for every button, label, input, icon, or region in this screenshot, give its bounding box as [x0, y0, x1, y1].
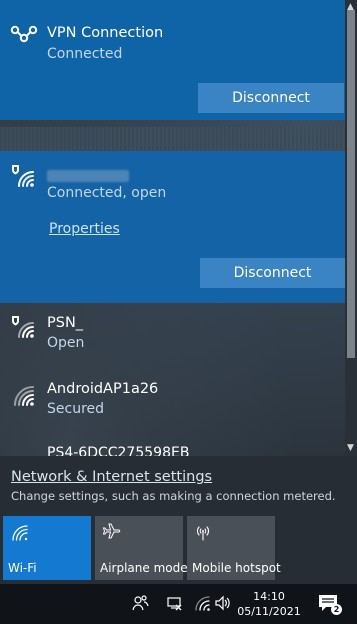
- properties-link[interactable]: Properties: [49, 221, 120, 237]
- wifi-disconnect-button[interactable]: Disconnect: [200, 258, 345, 288]
- notification-badge: 2: [331, 604, 342, 615]
- airplane-mode-tile[interactable]: Airplane mode: [95, 516, 188, 580]
- network-status: Secured: [47, 401, 105, 417]
- network-name: AndroidAP1a26: [47, 381, 159, 397]
- vpn-icon: [10, 25, 38, 43]
- scroll-down-arrow-icon[interactable]: ▼: [347, 443, 354, 453]
- wifi-icon[interactable]: [193, 594, 211, 612]
- secured-wifi-icon: [12, 165, 34, 187]
- secured-wifi-icon: [12, 316, 34, 338]
- clock-date: 05/11/2021: [237, 605, 301, 618]
- vpn-status: Connected: [47, 46, 123, 62]
- network-disconnected-icon[interactable]: [166, 594, 184, 612]
- divider: [0, 127, 345, 151]
- settings-description: Change settings, such as making a connec…: [11, 489, 336, 503]
- clock-time: 14:10: [253, 590, 285, 603]
- volume-icon[interactable]: [214, 594, 232, 612]
- tile-label: Airplane mode: [100, 561, 188, 575]
- wifi-icon: [12, 525, 28, 541]
- mobile-hotspot-tile[interactable]: Mobile hotspot: [187, 516, 281, 580]
- vpn-item[interactable]: VPN Connection Connected Disconnect: [0, 0, 345, 120]
- hidden-network-name: [47, 170, 129, 182]
- hotspot-icon: [196, 526, 210, 541]
- vpn-name: VPN Connection: [47, 25, 164, 41]
- network-name[interactable]: PS4-6DCC275598EB: [47, 445, 189, 456]
- tile-label: Wi-Fi: [8, 561, 37, 575]
- active-wifi-status: Connected, open: [47, 185, 167, 201]
- wifi-icon: [14, 386, 34, 406]
- vpn-disconnect-button[interactable]: Disconnect: [198, 83, 344, 113]
- clock[interactable]: 14:10 05/11/2021: [236, 589, 302, 619]
- scroll-thumb[interactable]: [347, 10, 355, 358]
- people-icon[interactable]: [131, 594, 149, 612]
- airplane-icon: [102, 523, 121, 539]
- network-settings-link[interactable]: Network & Internet settings: [11, 469, 212, 485]
- wifi-tile[interactable]: Wi-Fi: [3, 516, 91, 580]
- network-status: Open: [47, 335, 85, 351]
- tile-label: Mobile hotspot: [192, 561, 281, 575]
- network-name: PSN_: [47, 315, 84, 331]
- network-flyout: VPN Connection Connected Disconnect Conn…: [0, 0, 357, 584]
